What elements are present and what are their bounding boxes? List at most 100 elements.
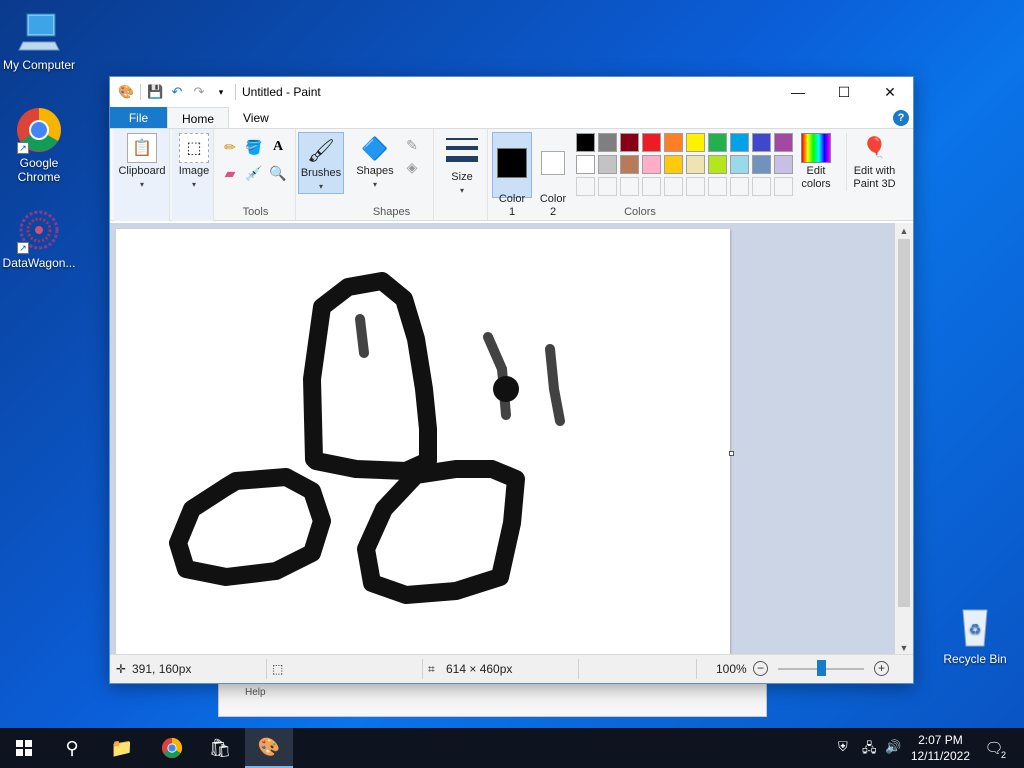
custom-color-slot[interactable] bbox=[752, 177, 771, 196]
recycle-bin-icon: ♻ bbox=[951, 602, 999, 650]
color-swatch[interactable] bbox=[774, 155, 793, 174]
color-swatch[interactable] bbox=[620, 155, 639, 174]
color-swatch[interactable] bbox=[642, 155, 661, 174]
folder-icon: 📁 bbox=[110, 737, 134, 758]
color-swatch[interactable] bbox=[752, 133, 771, 152]
custom-color-slot[interactable] bbox=[686, 177, 705, 196]
magnifier-icon[interactable]: 🔍 bbox=[268, 163, 288, 183]
color-swatch[interactable] bbox=[686, 155, 705, 174]
search-button[interactable]: ⚲ bbox=[48, 728, 96, 768]
tab-view[interactable]: View bbox=[229, 107, 283, 128]
custom-color-slot[interactable] bbox=[774, 177, 793, 196]
tab-home[interactable]: Home bbox=[167, 107, 230, 128]
color-picker-icon[interactable]: 💉 bbox=[244, 163, 264, 183]
drawing-canvas[interactable] bbox=[116, 229, 730, 656]
color-swatch[interactable] bbox=[708, 155, 727, 174]
paint-window[interactable]: 🎨 💾 ↶ ↷ ▾ Untitled - Paint — ☐ ✕ File Ho… bbox=[109, 76, 914, 684]
zoom-in-button[interactable]: + bbox=[874, 661, 889, 676]
chevron-down-icon: ▾ bbox=[318, 182, 323, 191]
text-icon[interactable]: A bbox=[268, 137, 288, 157]
color-swatch[interactable] bbox=[598, 155, 617, 174]
zoom-out-button[interactable]: − bbox=[753, 661, 768, 676]
undo-icon[interactable]: ↶ bbox=[169, 84, 185, 100]
clock[interactable]: 2:07 PM 12/11/2022 bbox=[911, 732, 970, 764]
outline-icon[interactable]: ✎ bbox=[402, 135, 422, 155]
background-window[interactable]: Help bbox=[218, 683, 767, 717]
redo-icon[interactable]: ↷ bbox=[191, 84, 207, 100]
status-bar: ✛ 391, 160px ⬚ ⌗ 614 × 460px 100% − + bbox=[110, 654, 913, 683]
desktop-icon-recycle-bin[interactable]: ♻ Recycle Bin bbox=[937, 602, 1013, 666]
custom-color-slot[interactable] bbox=[664, 177, 683, 196]
desktop-icon-datawagon[interactable]: ↗ DataWagon... bbox=[1, 206, 77, 270]
tab-file[interactable]: File bbox=[110, 107, 167, 128]
scroll-up-icon[interactable]: ▲ bbox=[895, 223, 913, 239]
help-icon[interactable]: ? bbox=[893, 110, 909, 126]
edit-with-paint3d-button[interactable]: 🎈 Edit with Paint 3D bbox=[846, 133, 902, 191]
cursor-position-icon: ✛ bbox=[116, 662, 127, 676]
custom-color-slot[interactable] bbox=[576, 177, 595, 196]
color-swatch[interactable] bbox=[730, 133, 749, 152]
desktop-icon-my-computer[interactable]: My Computer bbox=[1, 8, 77, 72]
security-icon[interactable]: ⛨ bbox=[838, 739, 848, 755]
fill-icon[interactable]: 🪣 bbox=[244, 137, 264, 157]
image-button[interactable]: ⬚ Image ▾ bbox=[176, 133, 212, 191]
color-swatch[interactable] bbox=[598, 133, 617, 152]
zoom-slider-thumb[interactable] bbox=[817, 660, 826, 676]
shortcut-arrow-icon: ↗ bbox=[17, 142, 29, 154]
shape-fill-icon[interactable]: ◈ bbox=[402, 157, 422, 177]
brushes-button[interactable]: 🖌 Brushes ▾ bbox=[298, 132, 344, 194]
network-icon[interactable]: 🖧 bbox=[862, 739, 877, 761]
taskbar-store[interactable]: 🛍 bbox=[196, 728, 244, 768]
color-swatch[interactable] bbox=[576, 155, 595, 174]
start-button[interactable] bbox=[0, 728, 48, 768]
scroll-thumb[interactable] bbox=[898, 239, 910, 607]
eraser-icon[interactable]: ▰ bbox=[220, 163, 240, 183]
custom-color-slot[interactable] bbox=[620, 177, 639, 196]
canvas-size: 614 × 460px bbox=[446, 662, 513, 676]
color-swatch[interactable] bbox=[664, 155, 683, 174]
line-size-icon bbox=[446, 135, 478, 165]
taskbar-file-explorer[interactable]: 📁 bbox=[98, 728, 146, 768]
color-swatch[interactable] bbox=[576, 133, 595, 152]
window-title: Untitled - Paint bbox=[242, 85, 321, 99]
color-swatch[interactable] bbox=[730, 155, 749, 174]
taskbar-paint[interactable]: 🎨 bbox=[245, 728, 293, 768]
customize-qat-icon[interactable]: ▾ bbox=[213, 84, 229, 100]
close-button[interactable]: ✕ bbox=[867, 77, 913, 107]
color-swatch[interactable] bbox=[686, 133, 705, 152]
pencil-icon[interactable]: ✏ bbox=[220, 137, 240, 157]
desktop-icon-label: Recycle Bin bbox=[943, 652, 1007, 666]
custom-color-slot[interactable] bbox=[708, 177, 727, 196]
title-bar[interactable]: 🎨 💾 ↶ ↷ ▾ Untitled - Paint — ☐ ✕ bbox=[110, 77, 913, 107]
color-swatch[interactable] bbox=[774, 133, 793, 152]
save-icon[interactable]: 💾 bbox=[147, 84, 163, 100]
vertical-scrollbar[interactable]: ▲ ▼ bbox=[895, 223, 913, 656]
taskbar-chrome[interactable] bbox=[148, 728, 196, 768]
color-swatch[interactable] bbox=[642, 133, 661, 152]
color1-button[interactable]: Color 1 bbox=[492, 132, 532, 218]
datawagon-icon: ↗ bbox=[15, 206, 63, 254]
notification-center-button[interactable]: 🗨 2 bbox=[970, 728, 1018, 768]
minimize-button[interactable]: — bbox=[775, 77, 821, 107]
color-swatch[interactable] bbox=[752, 155, 771, 174]
volume-icon[interactable]: 🔊 bbox=[885, 739, 901, 755]
size-group: Size ▾ bbox=[436, 129, 488, 221]
resize-handle[interactable] bbox=[729, 451, 734, 456]
clipboard-button[interactable]: 📋 Clipboard ▾ bbox=[116, 133, 168, 191]
selection-size-icon: ⬚ bbox=[272, 662, 284, 676]
shapes-group: 🔷 Shapes ▾ ✎ ◈ Shapes bbox=[350, 129, 434, 221]
help-menu-label[interactable]: Help bbox=[245, 687, 266, 698]
size-button[interactable]: Size ▾ bbox=[442, 133, 482, 197]
color-swatch[interactable] bbox=[708, 133, 727, 152]
canvas-workspace[interactable] bbox=[110, 223, 896, 656]
color-swatch[interactable] bbox=[664, 133, 683, 152]
custom-color-slot[interactable] bbox=[642, 177, 661, 196]
desktop-icon-google-chrome[interactable]: ↗ Google Chrome bbox=[1, 106, 77, 184]
color-swatch[interactable] bbox=[620, 133, 639, 152]
maximize-button[interactable]: ☐ bbox=[821, 77, 867, 107]
custom-color-slot[interactable] bbox=[598, 177, 617, 196]
custom-color-slot[interactable] bbox=[730, 177, 749, 196]
edit-colors-button[interactable]: Edit colors bbox=[796, 133, 836, 191]
shapes-button[interactable]: 🔷 Shapes ▾ bbox=[354, 133, 396, 191]
paint-app-icon[interactable]: 🎨 bbox=[118, 84, 134, 100]
